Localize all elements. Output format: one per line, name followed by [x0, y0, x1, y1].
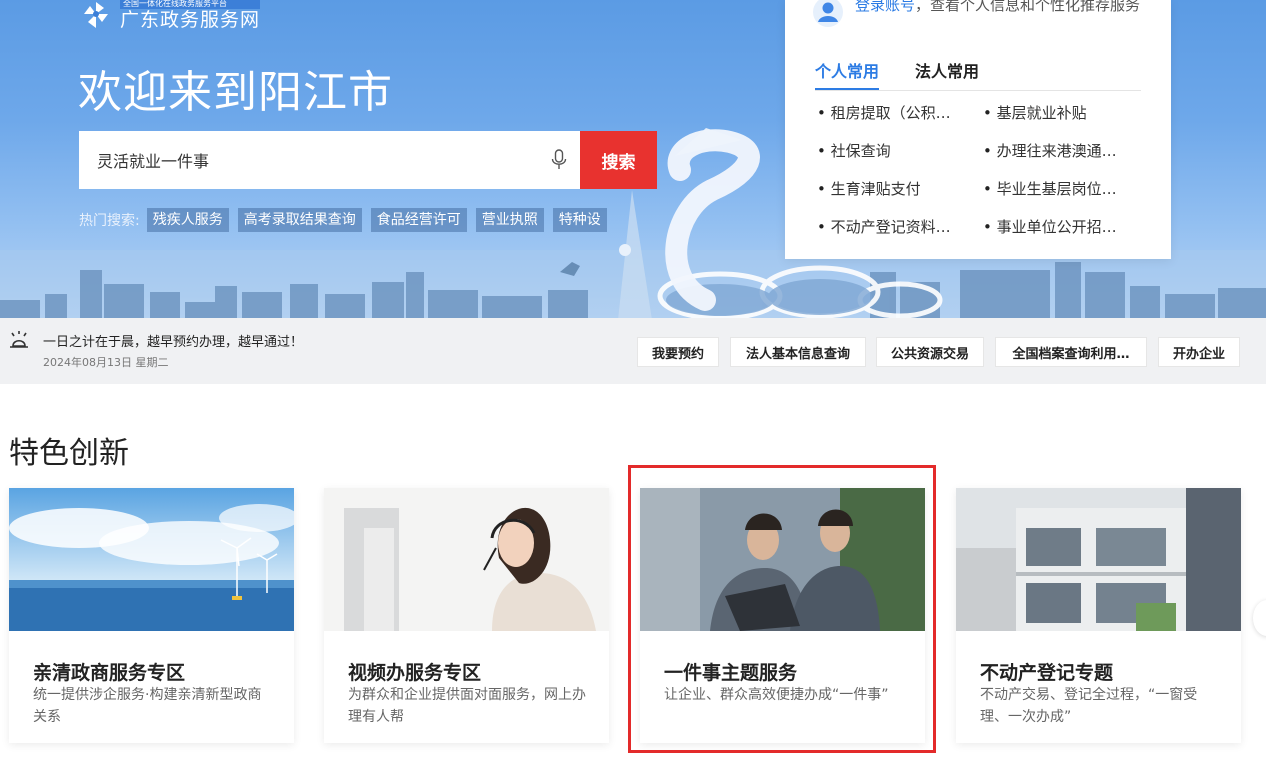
site-logo[interactable]: 全国一体化在线政务服务平台 广东政务服务网 — [80, 0, 261, 34]
hot-search-tag[interactable]: 高考录取结果查询 — [237, 208, 362, 232]
favorite-item[interactable]: 毕业生基层岗位… — [983, 179, 1149, 199]
carousel-next-button[interactable] — [1253, 600, 1266, 636]
feature-card-desc: 统一提供涉企服务·构建亲清新型政商关系 — [33, 687, 262, 725]
favorites-tabs: 个人常用 法人常用 — [815, 60, 1141, 91]
login-prompt: 登录账号，查看个人信息和个性化推荐服务 — [813, 0, 1143, 27]
microphone-icon[interactable] — [538, 131, 580, 189]
hot-search-tag[interactable]: 营业执照 — [475, 208, 544, 232]
favorite-item[interactable]: 生育津贴支付 — [817, 179, 983, 199]
tab-corporate[interactable]: 法人常用 — [915, 60, 979, 90]
quick-link-public-resources[interactable]: 公共资源交易 — [876, 337, 984, 367]
search-box — [79, 131, 580, 189]
feature-card-desc: 为群众和企业提供面对面服务，网上办理有人帮 — [348, 687, 586, 725]
quick-link-start-business[interactable]: 开办企业 — [1158, 337, 1240, 367]
logo-title: 广东政务服务网 — [120, 9, 261, 31]
favorites-list: 租房提取（公积… 基层就业补贴 社保查询 办理往来港澳通… 生育津贴支付 毕业生… — [817, 103, 1157, 237]
hot-search-bar: 热门搜索: 残疾人服务 高考录取结果查询 食品经营许可 营业执照 特种设 — [79, 208, 647, 232]
favorite-item[interactable]: 基层就业补贴 — [983, 103, 1149, 123]
favorite-item[interactable]: 办理往来港澳通… — [983, 141, 1149, 161]
section-title: 特色创新 — [9, 436, 129, 471]
highlight-frame — [628, 465, 936, 753]
video-service-agent-image — [324, 488, 609, 631]
feature-card-desc: 不动产交易、登记全过程，“一窗受理、一次办成” — [980, 687, 1198, 725]
alarm-bell-icon — [10, 331, 28, 348]
logo-pinwheel-icon — [84, 2, 108, 28]
favorite-item[interactable]: 社保查询 — [817, 141, 983, 161]
login-link[interactable]: 登录账号 — [855, 0, 915, 14]
hot-search-tag[interactable]: 特种设 — [552, 208, 607, 232]
notice-text: 一日之计在于晨，越早预约办理，越早通过！ — [43, 335, 304, 350]
offshore-wind-farm-image — [9, 488, 294, 631]
login-tip: ，查看个人信息和个性化推荐服务 — [915, 0, 1141, 14]
search-button[interactable]: 搜索 — [580, 131, 657, 189]
user-card: 登录账号，查看个人信息和个性化推荐服务 个人常用 法人常用 租房提取（公积… 基… — [785, 0, 1171, 259]
welcome-title: 欢迎来到阳江市 — [78, 67, 393, 118]
favorite-item[interactable]: 不动产登记资料… — [817, 217, 983, 237]
feature-card-title: 不动产登记专题 — [980, 662, 1114, 684]
feature-card[interactable]: 亲清政商服务专区 统一提供涉企服务·构建亲清新型政商关系 — [9, 488, 294, 743]
residential-building-image — [956, 488, 1241, 631]
feature-card[interactable]: 视频办服务专区 为群众和企业提供面对面服务，网上办理有人帮 — [324, 488, 609, 743]
hot-search-tag[interactable]: 残疾人服务 — [146, 208, 229, 232]
favorite-item[interactable]: 事业单位公开招… — [983, 217, 1149, 237]
notice-date: 2024年08月13日 星期二 — [43, 356, 169, 369]
favorite-item[interactable]: 租房提取（公积… — [817, 103, 983, 123]
quick-link-corporate-info[interactable]: 法人基本信息查询 — [730, 337, 866, 367]
search-input[interactable] — [95, 149, 538, 171]
quick-link-archives[interactable]: 全国档案查询利用… — [995, 337, 1147, 367]
user-avatar-icon[interactable] — [813, 0, 843, 27]
feature-card-title: 亲清政商服务专区 — [33, 662, 186, 684]
hot-search-label: 热门搜索: — [79, 213, 140, 229]
feature-card[interactable]: 不动产登记专题 不动产交易、登记全过程，“一窗受理、一次办成” — [956, 488, 1241, 743]
hot-search-tag[interactable]: 食品经营许可 — [370, 208, 467, 232]
quick-link-appointment[interactable]: 我要预约 — [637, 337, 719, 367]
feature-card-title: 视频办服务专区 — [348, 662, 482, 684]
logo-subtitle: 全国一体化在线政务服务平台 — [120, 0, 261, 9]
tab-personal[interactable]: 个人常用 — [815, 60, 880, 90]
search-bar: 搜索 — [79, 131, 657, 189]
